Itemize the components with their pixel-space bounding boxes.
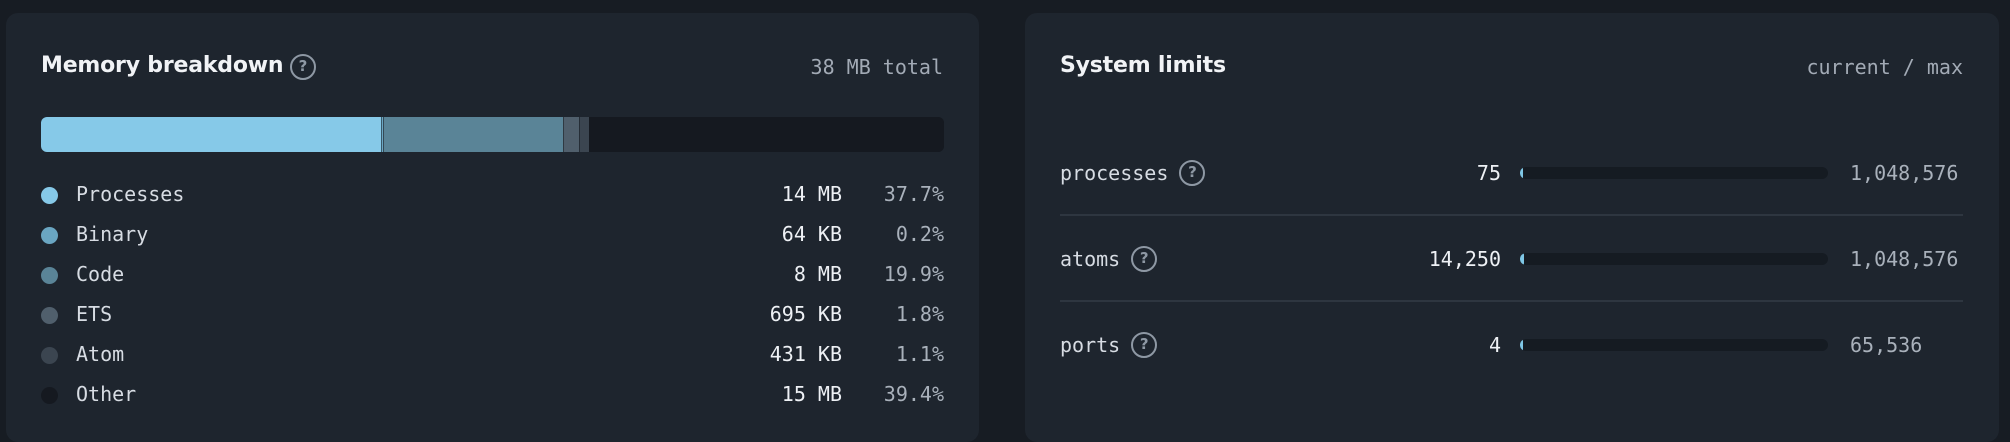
legend-label: Code — [76, 262, 125, 286]
legend-label: Processes — [76, 182, 185, 206]
legend-label: Atom — [76, 342, 125, 366]
help-icon[interactable]: ? — [1131, 246, 1158, 272]
legend-row: Other 15 MB 39.4% — [41, 379, 944, 409]
limit-row-ports: ports? 4 65,536 — [1060, 302, 1963, 388]
memory-bar-segment-code — [383, 117, 563, 152]
legend-label: Binary — [76, 222, 149, 246]
legend-color-swatch — [41, 387, 58, 404]
limit-max-value: 1,048,576 — [1850, 161, 1959, 185]
legend-size: 15 MB — [781, 382, 842, 406]
limit-name: atoms — [1060, 247, 1121, 271]
legend-row: Code 8 MB 19.9% — [41, 259, 944, 289]
limit-usage-fill — [1520, 253, 1525, 265]
memory-breakdown-title: Memory breakdown — [41, 53, 284, 78]
limit-current-value: 4 — [1488, 333, 1501, 357]
limit-row-processes: processes? 75 1,048,576 — [1060, 130, 1963, 216]
system-limits-title: System limits — [1060, 53, 1226, 78]
legend-row: Atom 431 KB 1.1% — [41, 339, 944, 369]
legend-percent: 37.7% — [883, 182, 944, 206]
help-icon[interactable]: ? — [1179, 160, 1206, 186]
legend-row: Processes 14 MB 37.7% — [41, 179, 944, 209]
legend-size: 431 KB — [769, 342, 842, 366]
limit-current-value: 14,250 — [1428, 247, 1501, 271]
limit-max-value: 1,048,576 — [1850, 247, 1959, 271]
memory-breakdown-panel: Memory breakdown ? 38 MB total Processes… — [6, 13, 979, 442]
memory-total: 38 MB total — [810, 55, 943, 79]
legend-row: ETS 695 KB 1.8% — [41, 299, 944, 329]
limit-usage-fill — [1520, 167, 1523, 179]
limits-column-header: current / max — [1806, 55, 1963, 79]
legend-color-swatch — [41, 267, 58, 284]
limit-max-value: 65,536 — [1850, 333, 1923, 357]
legend-color-swatch — [41, 227, 58, 244]
legend-size: 8 MB — [793, 262, 842, 286]
limit-usage-fill — [1520, 339, 1523, 351]
limit-usage-bar — [1520, 253, 1828, 265]
limit-usage-bar — [1520, 167, 1828, 179]
legend-color-swatch — [41, 307, 58, 324]
limit-usage-bar — [1520, 339, 1828, 351]
help-icon[interactable]: ? — [1131, 332, 1158, 358]
memory-bar-segment-atom — [579, 117, 590, 152]
system-limits-panel: System limits current / max processes? 75… — [1025, 13, 1999, 442]
legend-size: 695 KB — [769, 302, 842, 326]
memory-bar-segment-other — [589, 117, 944, 152]
limit-current-value: 75 — [1476, 161, 1501, 185]
legend-percent: 19.9% — [883, 262, 944, 286]
legend-color-swatch — [41, 347, 58, 364]
memory-stacked-bar — [41, 117, 944, 152]
memory-bar-segment-ets — [562, 117, 580, 152]
legend-label: ETS — [76, 302, 113, 326]
legend-size: 14 MB — [781, 182, 842, 206]
legend-percent: 39.4% — [883, 382, 944, 406]
memory-bar-segment-processes — [41, 117, 382, 152]
legend-percent: 0.2% — [895, 222, 944, 246]
legend-percent: 1.1% — [895, 342, 944, 366]
limit-row-atoms: atoms? 14,250 1,048,576 — [1060, 216, 1963, 302]
legend-label: Other — [76, 382, 137, 406]
legend-size: 64 KB — [781, 222, 842, 246]
legend-percent: 1.8% — [895, 302, 944, 326]
legend-row: Binary 64 KB 0.2% — [41, 219, 944, 249]
limit-name: ports — [1060, 333, 1121, 357]
memory-help-icon[interactable]: ? — [290, 54, 316, 80]
legend-color-swatch — [41, 187, 58, 204]
limit-name: processes — [1060, 161, 1169, 185]
